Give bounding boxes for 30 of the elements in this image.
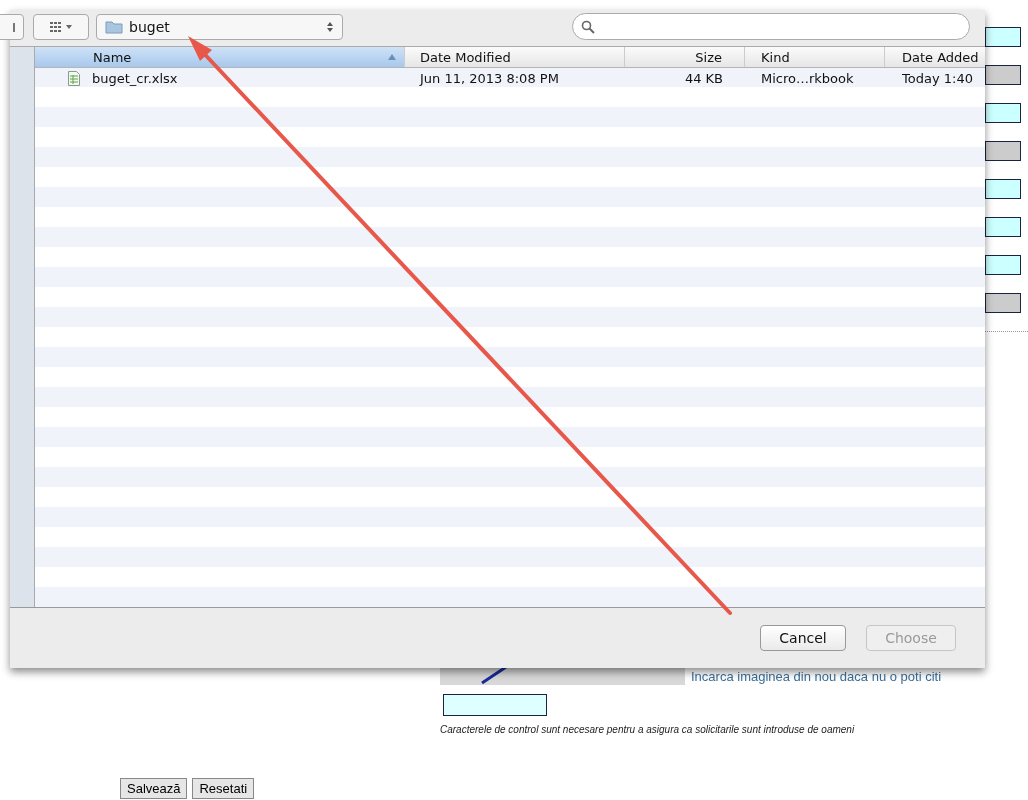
folder-icon — [105, 20, 123, 34]
search-field[interactable] — [572, 13, 970, 40]
table-cell-text: Today 1:40 — [901, 70, 974, 86]
text-field[interactable] — [985, 217, 1021, 237]
table-cell-text: Micro…rkbook — [760, 70, 855, 86]
view-options-button[interactable] — [33, 14, 89, 40]
column-header[interactable]: Kind — [745, 47, 885, 67]
sort-icon — [388, 54, 396, 60]
table-cell-text: 44 KB — [683, 70, 724, 86]
column-header[interactable]: Size — [625, 47, 745, 67]
text-field[interactable] — [985, 179, 1021, 199]
file-name[interactable]: buget_cr.xlsx — [92, 70, 178, 86]
reset-button[interactable]: Resetati — [192, 778, 255, 799]
cancel-button[interactable]: Cancel — [760, 625, 846, 651]
save-button[interactable]: Salvează — [120, 778, 188, 799]
column-header[interactable]: Name — [35, 47, 405, 67]
column-header[interactable]: Date Modified — [405, 47, 625, 67]
reload-link[interactable]: Incarca imaginea din nou daca nu o poti citi — [691, 669, 942, 685]
text-field[interactable] — [985, 27, 1021, 47]
text-field[interactable] — [985, 103, 1021, 123]
captcha-input[interactable] — [443, 694, 547, 716]
grid-caret-icon — [50, 21, 72, 33]
search-icon — [581, 19, 595, 34]
folder-popup[interactable]: buget — [96, 14, 343, 40]
captcha-note: Caracterele de control sunt necesare pentru a asigura ca solicitarile sunt introduse de oameni — [440, 724, 856, 735]
spreadsheet-file-icon — [68, 70, 80, 86]
column-header[interactable]: Date Added — [885, 47, 985, 67]
text-field[interactable] — [985, 255, 1021, 275]
up-down-icon — [326, 21, 334, 33]
table-cell-text: Jun 11, 2013 8:08 PM — [418, 70, 560, 86]
